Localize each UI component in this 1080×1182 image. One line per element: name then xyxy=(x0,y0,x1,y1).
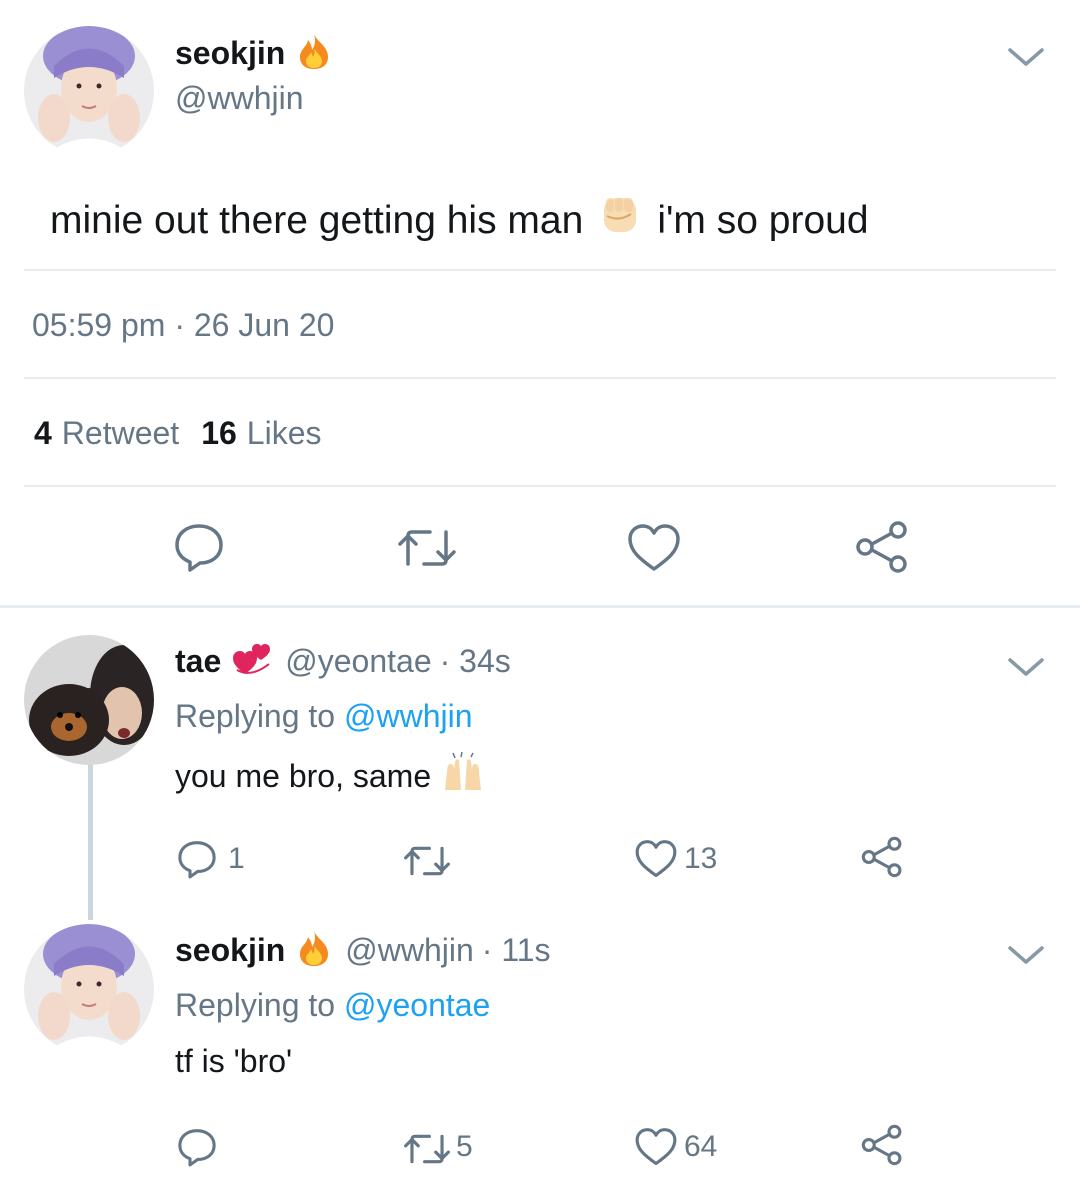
tweet-text-content: you me bro, same xyxy=(175,757,432,794)
share-icon[interactable] xyxy=(854,520,910,574)
chevron-down-icon[interactable] xyxy=(1004,940,1048,970)
avatar[interactable] xyxy=(24,26,154,156)
engagement-stats: 4 Retweet 16 Likes xyxy=(34,415,321,452)
chevron-down-icon[interactable] xyxy=(1004,652,1048,682)
replying-to: Replying to @yeontae xyxy=(175,987,490,1024)
divider xyxy=(24,485,1056,487)
retweet-count: 5 xyxy=(456,1130,473,1163)
replying-to: Replying to @wwhjin xyxy=(175,698,473,735)
replying-to-link[interactable]: @yeontae xyxy=(344,987,490,1023)
retweet-icon[interactable] xyxy=(402,1130,452,1168)
section-divider xyxy=(0,605,1080,608)
reply-count: 1 xyxy=(228,842,245,875)
retweet-label[interactable]: Retweet xyxy=(62,415,179,452)
replying-to-link[interactable]: @wwhjin xyxy=(344,698,473,734)
like-label[interactable]: Likes xyxy=(247,415,322,452)
replying-to-label: Replying to xyxy=(175,987,336,1023)
display-name[interactable]: seokjin xyxy=(175,932,285,969)
fire-emoji xyxy=(297,32,331,75)
tweet-text-part1: minie out there getting his man xyxy=(50,199,584,242)
tweet-text: minie out there getting his man i'm so p… xyxy=(50,192,869,250)
retweet-icon[interactable] xyxy=(396,524,458,572)
divider xyxy=(24,377,1056,379)
like-count[interactable]: 16 xyxy=(201,415,237,452)
reply-icon[interactable] xyxy=(176,838,218,880)
retweet-icon[interactable] xyxy=(402,842,452,880)
raised-fist-emoji xyxy=(597,192,643,250)
fire-emoji xyxy=(297,929,331,972)
chevron-down-icon[interactable] xyxy=(1004,42,1048,72)
replying-to-label: Replying to xyxy=(175,698,336,734)
share-icon[interactable] xyxy=(860,836,904,878)
divider xyxy=(24,269,1056,271)
thread-line xyxy=(88,764,93,920)
raising-hands-emoji xyxy=(441,751,485,800)
tweet-text: you me bro, same xyxy=(175,751,485,800)
like-count: 64 xyxy=(684,1130,718,1163)
handle[interactable]: @yeontae xyxy=(285,643,431,680)
tweet-text-part2: i'm so proud xyxy=(657,199,869,242)
like-icon[interactable] xyxy=(634,1126,678,1168)
share-icon[interactable] xyxy=(860,1124,904,1166)
handle[interactable]: @wwhjin xyxy=(345,932,474,969)
revolving-hearts-emoji xyxy=(231,640,273,683)
avatar[interactable] xyxy=(24,635,154,765)
timestamp[interactable]: 05:59 pm · 26 Jun 20 xyxy=(32,307,334,344)
avatar[interactable] xyxy=(24,924,154,1054)
tweet-age[interactable]: · 11s xyxy=(482,932,551,969)
reply-icon[interactable] xyxy=(172,520,226,574)
display-name[interactable]: tae xyxy=(175,643,221,680)
retweet-count[interactable]: 4 xyxy=(34,415,52,452)
like-icon[interactable] xyxy=(634,838,678,880)
like-icon[interactable] xyxy=(626,522,682,574)
reply-icon[interactable] xyxy=(176,1126,218,1168)
like-count: 13 xyxy=(684,842,718,875)
display-name[interactable]: seokjin xyxy=(175,35,285,72)
tweet-text: tf is 'bro' xyxy=(175,1043,293,1079)
handle[interactable]: @wwhjin xyxy=(175,80,304,117)
tweet-age[interactable]: · 34s xyxy=(440,643,511,680)
